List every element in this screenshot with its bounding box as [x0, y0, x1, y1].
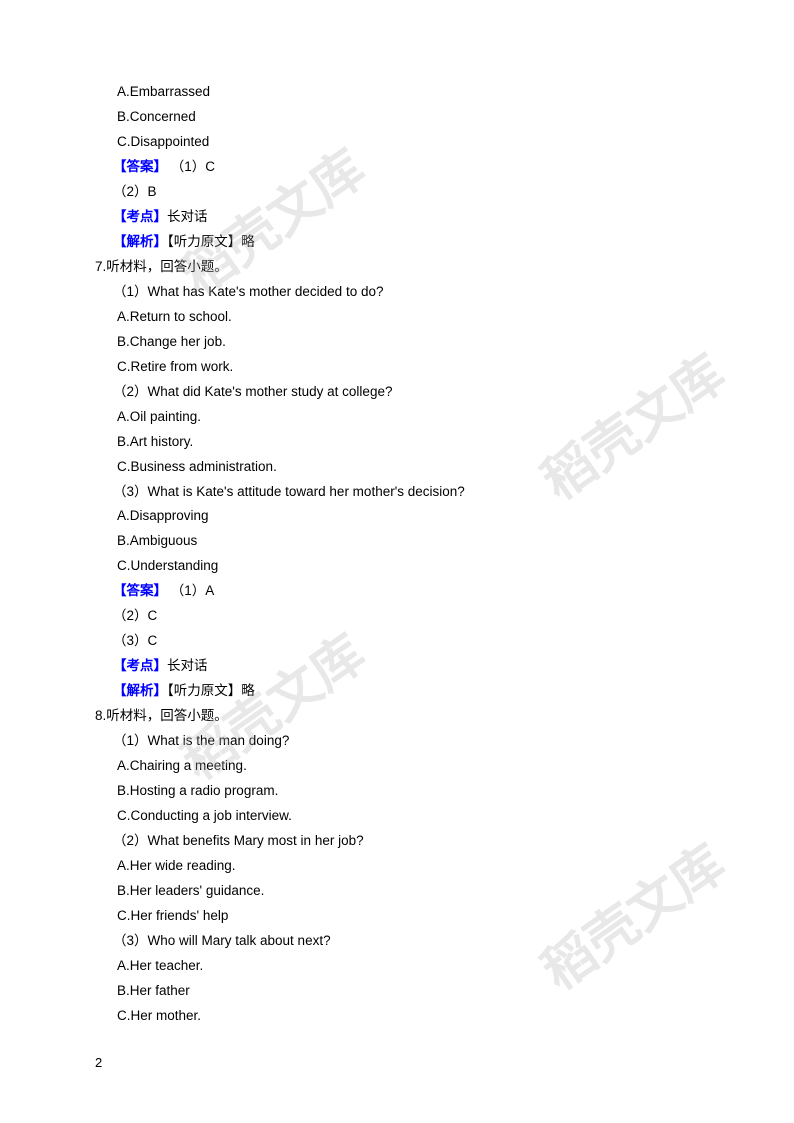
option: A.Her wide reading. — [95, 854, 699, 879]
option: B.Change her job. — [95, 330, 699, 355]
answer-label: 【答案】 — [113, 583, 167, 598]
answer-label: 【答案】 — [113, 159, 167, 174]
option: C.Understanding — [95, 554, 699, 579]
option: A.Her teacher. — [95, 954, 699, 979]
option: C.Her mother. — [95, 1004, 699, 1029]
kaodian-text: 长对话 — [167, 658, 208, 673]
kaodian-line: 【考点】长对话 — [95, 654, 699, 679]
sub-question: （1）What has Kate's mother decided to do? — [95, 280, 699, 305]
option: C.Retire from work. — [95, 355, 699, 380]
jiexi-text: 【听力原文】略 — [167, 683, 255, 698]
jiexi-label: 【解析】 — [113, 683, 167, 698]
kaodian-text: 长对话 — [167, 209, 208, 224]
option: C.Her friends' help — [95, 904, 699, 929]
sub-question: （1）What is the man doing? — [95, 729, 699, 754]
option: C.Conducting a job interview. — [95, 804, 699, 829]
document-body: A.Embarrassed B.Concerned C.Disappointed… — [95, 80, 699, 1029]
option: A.Return to school. — [95, 305, 699, 330]
option: B.Hosting a radio program. — [95, 779, 699, 804]
option: B.Ambiguous — [95, 529, 699, 554]
answer-line: 【答案】 （1）C — [95, 155, 699, 180]
option: B.Concerned — [95, 105, 699, 130]
sub-question: （3）Who will Mary talk about next? — [95, 929, 699, 954]
kaodian-line: 【考点】长对话 — [95, 205, 699, 230]
option: A.Embarrassed — [95, 80, 699, 105]
option: C.Disappointed — [95, 130, 699, 155]
option: B.Her father — [95, 979, 699, 1004]
answer-value: （1）C — [171, 159, 215, 174]
jiexi-text: 【听力原文】略 — [167, 234, 255, 249]
answer-value: （3）C — [95, 629, 699, 654]
question-stem: 8.听材料，回答小题。 — [95, 704, 699, 729]
sub-question: （3）What is Kate's attitude toward her mo… — [95, 480, 699, 505]
answer-line: 【答案】 （1）A — [95, 579, 699, 604]
sub-question: （2）What benefits Mary most in her job? — [95, 829, 699, 854]
question-stem: 7.听材料，回答小题。 — [95, 255, 699, 280]
jiexi-label: 【解析】 — [113, 234, 167, 249]
option: A.Oil painting. — [95, 405, 699, 430]
option: A.Disapproving — [95, 504, 699, 529]
option: B.Her leaders' guidance. — [95, 879, 699, 904]
option: B.Art history. — [95, 430, 699, 455]
page-number: 2 — [95, 1051, 102, 1075]
kaodian-label: 【考点】 — [113, 209, 167, 224]
option: A.Chairing a meeting. — [95, 754, 699, 779]
jiexi-line: 【解析】【听力原文】略 — [95, 230, 699, 255]
jiexi-line: 【解析】【听力原文】略 — [95, 679, 699, 704]
kaodian-label: 【考点】 — [113, 658, 167, 673]
answer-value: （2）C — [95, 604, 699, 629]
answer-value: （1）A — [171, 583, 215, 598]
option: C.Business administration. — [95, 455, 699, 480]
sub-question: （2）What did Kate's mother study at colle… — [95, 380, 699, 405]
answer-value: （2）B — [95, 180, 699, 205]
